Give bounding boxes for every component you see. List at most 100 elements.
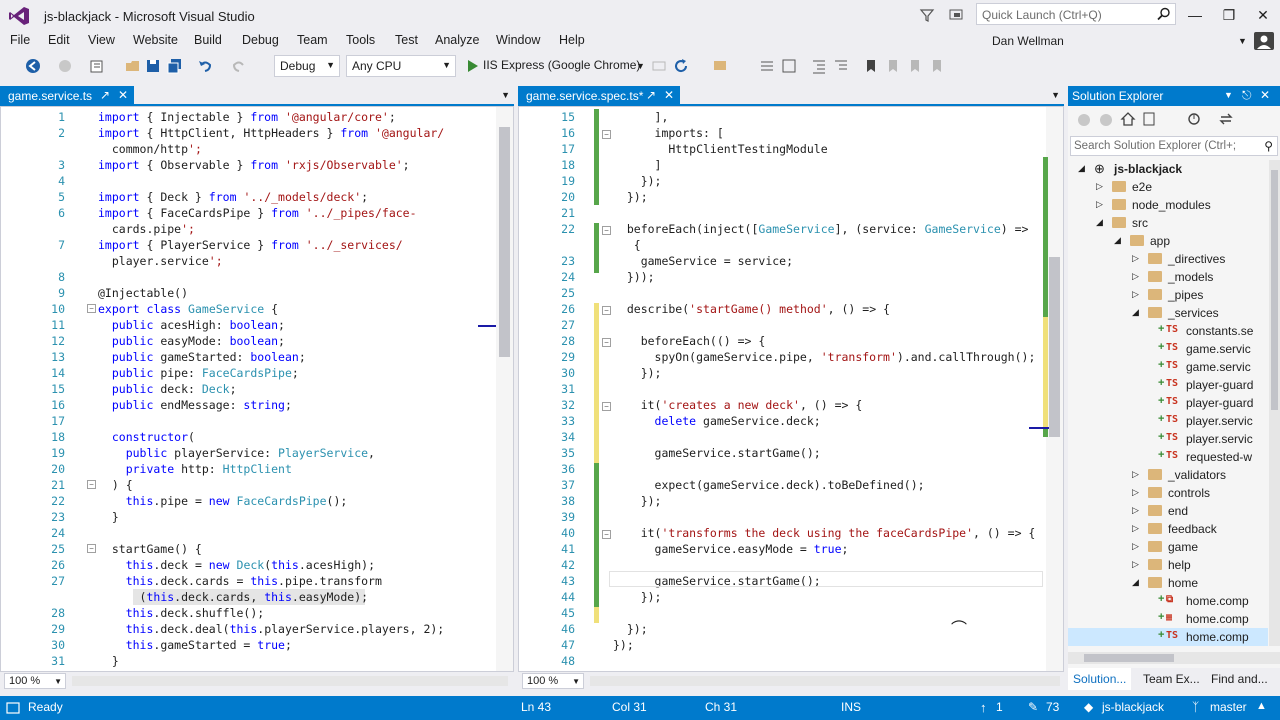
close-icon[interactable]: ✕ [118,88,128,102]
auto-hide-pin-icon[interactable]: ⎋ [1242,88,1252,103]
collapsed-arrow-icon[interactable]: ▷ [1132,289,1139,300]
scrollbar-thumb[interactable] [499,127,510,357]
zoom-select[interactable]: 100 % ▼ [522,673,584,689]
tree-item[interactable]: ◢ ⊕ js-blackjack [1068,160,1268,178]
code-line[interactable]: spyOn(gameService.pipe, 'transform').and… [613,349,1036,365]
code-line[interactable]: delete gameService.deck; [613,413,821,429]
solution-explorer-search-input[interactable]: Search Solution Explorer (Ctrl+; ⚲ [1070,136,1278,156]
code-line[interactable]: public easyMode: boolean; [98,333,285,349]
tree-item[interactable]: ▷ help [1068,556,1268,574]
collapsed-arrow-icon[interactable]: ▷ [1132,253,1139,264]
code-line[interactable]: } [98,509,119,525]
window-position-dropdown-icon[interactable]: ▼ [1224,90,1233,100]
solution-platform-select[interactable]: Any CPU ▼ [346,55,456,77]
tree-item[interactable]: + TS game.servic [1068,358,1268,376]
format-document-icon[interactable] [758,57,776,75]
previous-bookmark-icon[interactable] [884,57,902,75]
code-line[interactable]: import { FaceCardsPipe } from '../_pipes… [98,205,417,221]
code-line[interactable]: this.deck.cards = this.pipe.transform [98,573,382,589]
code-line[interactable]: gameService = service; [613,253,793,269]
outline-collapse-toggle[interactable]: − [602,130,611,139]
tree-item[interactable]: + TS constants.se [1068,322,1268,340]
collapsed-arrow-icon[interactable]: ▷ [1096,181,1103,192]
code-line[interactable]: HttpClientTestingModule [613,141,827,157]
notifications-filter-icon[interactable] [919,7,935,23]
menu-test[interactable]: Test [395,33,418,47]
tree-item[interactable]: + TS player.servic [1068,412,1268,430]
open-file-icon[interactable] [124,57,142,75]
code-line[interactable]: public playerService: PlayerService, [98,445,375,461]
signed-in-user[interactable]: Dan Wellman [992,34,1064,48]
tab-find-and-replace[interactable]: Find and... [1206,668,1273,690]
unpublished-commits-count[interactable]: 1 [996,700,1003,714]
code-line[interactable]: beforeEach(inject([GameService], (servic… [613,221,1029,237]
code-line[interactable]: this.pipe = new FaceCardsPipe(); [98,493,348,509]
collapsed-arrow-icon[interactable]: ▷ [1132,487,1139,498]
outline-collapse-toggle[interactable]: − [602,306,611,315]
code-line[interactable]: expect(gameService.deck).toBeDefined(); [613,477,925,493]
pin-icon[interactable]: ↗ [100,88,110,102]
code-line[interactable]: public endMessage: string; [98,397,292,413]
tree-item[interactable]: + TS home.comp [1068,628,1268,646]
code-line[interactable]: player.service'; [98,253,223,269]
code-line[interactable]: public deck: Deck; [98,381,237,397]
tree-item[interactable]: + TS requested-w [1068,448,1268,466]
quick-launch-box[interactable]: Quick Launch (Ctrl+Q) [976,3,1176,25]
menu-view[interactable]: View [88,33,115,47]
code-line[interactable]: cards.pipe'; [98,221,195,237]
code-line[interactable]: }); [613,173,662,189]
code-line[interactable]: ], [613,109,669,125]
navigate-forward-icon[interactable] [56,57,74,75]
tree-item[interactable]: ▷ _models [1068,268,1268,286]
vertical-scrollbar[interactable] [478,107,513,671]
start-debugging-icon[interactable] [464,57,482,75]
tree-item[interactable]: ◢ _services [1068,304,1268,322]
expanded-arrow-icon[interactable]: ◢ [1096,217,1103,228]
horizontal-scrollbar[interactable] [72,676,508,686]
tab-solution-explorer[interactable]: Solution... [1068,668,1132,690]
search-icon[interactable] [1157,7,1171,21]
tree-item[interactable]: ▷ e2e [1068,178,1268,196]
tab-list-dropdown-icon[interactable]: ▼ [501,90,510,100]
tree-item[interactable]: + ▦ home.comp [1068,610,1268,628]
tree-vertical-scrollbar[interactable] [1269,160,1280,646]
code-line[interactable]: gameService.easyMode = true; [613,541,849,557]
code-line[interactable]: })); [613,269,655,285]
expanded-arrow-icon[interactable]: ◢ [1132,577,1139,588]
sync-with-active-document-icon[interactable] [1218,111,1234,127]
browser-link-icon[interactable] [650,57,668,75]
save-icon[interactable] [144,57,162,75]
vertical-scrollbar[interactable] [1046,107,1063,671]
code-line[interactable]: imports: [ [613,125,724,141]
code-editor-left[interactable]: 1 import { Injectable } from '@angular/co… [0,106,514,672]
refresh-icon[interactable] [672,57,690,75]
tab-team-explorer[interactable]: Team Ex... [1138,668,1205,690]
code-line[interactable]: (this.deck.cards, this.easyMode); [98,589,369,605]
code-line[interactable]: } [98,653,119,669]
tree-item[interactable]: ▷ end [1068,502,1268,520]
collapsed-arrow-icon[interactable]: ▷ [1132,271,1139,282]
code-line[interactable]: import { Injectable } from '@angular/cor… [98,109,396,125]
tree-item[interactable]: + TS game.servic [1068,340,1268,358]
code-line[interactable]: }); [613,589,662,605]
code-line[interactable]: ] [613,157,662,173]
tree-item[interactable]: ◢ src [1068,214,1268,232]
tab-game-service-spec[interactable]: game.service.spec.ts* ↗ ✕ [518,86,680,106]
menu-file[interactable]: File [10,33,30,47]
code-line[interactable]: }); [613,189,648,205]
toggle-comment-icon[interactable] [780,57,798,75]
feedback-icon[interactable] [948,7,966,23]
scrollbar-thumb[interactable] [1084,654,1174,662]
scrollbar-thumb[interactable] [1271,170,1278,410]
expanded-arrow-icon[interactable]: ◢ [1132,307,1139,318]
code-line[interactable]: private http: HttpClient [98,461,292,477]
code-line[interactable]: this.deck.deal(this.playerService.player… [98,621,445,637]
code-editor-right[interactable]: ⌒ 15 ], 16 imports: [17 HttpClientTesting… [518,106,1064,672]
avatar[interactable] [1254,32,1274,50]
code-line[interactable]: constructor( [98,429,195,445]
code-line[interactable]: common/http'; [98,141,202,157]
code-line[interactable]: export class GameService { [98,301,278,317]
pending-changes-filter-icon[interactable] [1186,111,1202,127]
close-panel-icon[interactable]: ✕ [1260,88,1270,102]
outline-collapse-toggle[interactable]: − [602,338,611,347]
